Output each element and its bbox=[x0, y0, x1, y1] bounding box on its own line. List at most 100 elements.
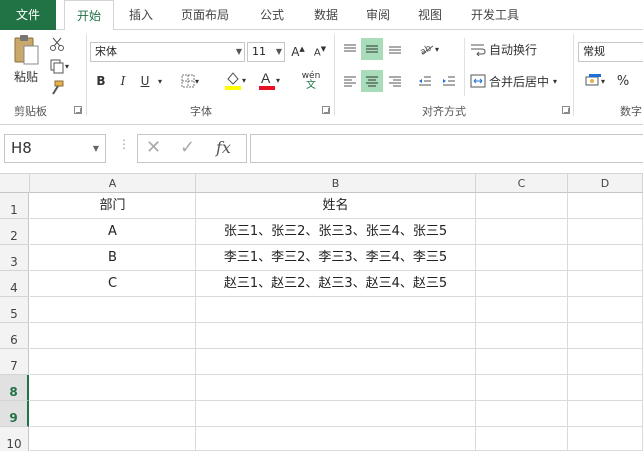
row-header-5[interactable]: 5 bbox=[0, 297, 29, 323]
orientation-button[interactable]: ab ▾ bbox=[414, 38, 444, 60]
cell-empty[interactable] bbox=[30, 375, 196, 401]
tab-review[interactable]: 审阅 bbox=[356, 0, 400, 30]
align-top-button[interactable] bbox=[340, 38, 360, 60]
font-name-select[interactable]: 宋体 ▼ bbox=[90, 42, 245, 62]
tab-view[interactable]: 视图 bbox=[408, 0, 452, 30]
align-middle-button[interactable] bbox=[361, 38, 383, 60]
cell-empty[interactable] bbox=[568, 401, 643, 427]
merge-center-button[interactable]: 合并后居中 ▾ bbox=[470, 70, 568, 92]
align-left-button[interactable] bbox=[340, 70, 360, 92]
cell-empty[interactable] bbox=[196, 297, 476, 323]
cell-empty[interactable] bbox=[568, 349, 643, 375]
wrap-text-button[interactable]: 自动换行 bbox=[470, 38, 550, 60]
cell-d4[interactable] bbox=[568, 271, 643, 297]
cell-c4[interactable] bbox=[476, 271, 568, 297]
row-header-9[interactable]: 9 bbox=[0, 401, 29, 427]
tab-data[interactable]: 数据 bbox=[304, 0, 348, 30]
copy-button[interactable]: ▾ bbox=[46, 56, 72, 76]
align-right-button[interactable] bbox=[385, 70, 405, 92]
align-bottom-button[interactable] bbox=[385, 38, 405, 60]
cell-empty[interactable] bbox=[30, 323, 196, 349]
row-header-10[interactable]: 10 bbox=[0, 427, 29, 451]
fill-color-button[interactable]: ▾ bbox=[220, 68, 250, 92]
clipboard-launcher-icon[interactable] bbox=[74, 106, 82, 114]
cell-c1[interactable] bbox=[476, 193, 568, 219]
cell-d1[interactable] bbox=[568, 193, 643, 219]
borders-button[interactable]: ▾ bbox=[176, 70, 204, 92]
cell-c3[interactable] bbox=[476, 245, 568, 271]
cell-empty[interactable] bbox=[30, 427, 196, 451]
cell-empty[interactable] bbox=[30, 349, 196, 375]
tab-insert[interactable]: 插入 bbox=[118, 0, 164, 30]
row-header-2[interactable]: 2 bbox=[0, 219, 29, 245]
cell-empty[interactable] bbox=[196, 323, 476, 349]
cancel-icon[interactable]: ✕ bbox=[146, 137, 161, 158]
row-header-8[interactable]: 8 bbox=[0, 375, 29, 401]
tab-page-layout[interactable]: 页面布局 bbox=[172, 0, 238, 30]
row-header-1[interactable]: 1 bbox=[0, 193, 29, 219]
tab-formulas[interactable]: 公式 bbox=[250, 0, 294, 30]
font-color-button[interactable]: A ▾ bbox=[254, 68, 284, 92]
cell-empty[interactable] bbox=[196, 375, 476, 401]
cell-c2[interactable] bbox=[476, 219, 568, 245]
cell-empty[interactable] bbox=[196, 349, 476, 375]
row-header-4[interactable]: 4 bbox=[0, 271, 29, 297]
cell-a3[interactable]: B bbox=[30, 245, 196, 271]
cell-empty[interactable] bbox=[476, 427, 568, 451]
align-center-button[interactable] bbox=[361, 70, 383, 92]
cell-d3[interactable] bbox=[568, 245, 643, 271]
paste-button[interactable]: 粘贴 bbox=[8, 34, 44, 92]
italic-button[interactable]: I bbox=[114, 70, 132, 92]
cell-b1[interactable]: 姓名 bbox=[196, 193, 476, 219]
cell-empty[interactable] bbox=[196, 401, 476, 427]
formula-input[interactable] bbox=[250, 134, 643, 163]
cell-empty[interactable] bbox=[30, 297, 196, 323]
cell-b3[interactable]: 李三1、李三2、李三3、李三4、李三5 bbox=[196, 245, 476, 271]
cell-empty[interactable] bbox=[568, 297, 643, 323]
cell-empty[interactable] bbox=[568, 375, 643, 401]
cell-empty[interactable] bbox=[476, 349, 568, 375]
cell-b4[interactable]: 赵三1、赵三2、赵三3、赵三4、赵三5 bbox=[196, 271, 476, 297]
cut-button[interactable] bbox=[46, 34, 68, 54]
accounting-format-button[interactable]: ▾ bbox=[580, 70, 610, 92]
column-header-c[interactable]: C bbox=[476, 174, 568, 193]
underline-dropdown[interactable]: ▾ bbox=[154, 70, 166, 92]
column-header-d[interactable]: D bbox=[568, 174, 643, 193]
cell-a2[interactable]: A bbox=[30, 219, 196, 245]
number-format-select[interactable]: 常规 bbox=[578, 42, 643, 62]
format-painter-button[interactable] bbox=[46, 78, 68, 98]
cell-b2[interactable]: 张三1、张三2、张三3、张三4、张三5 bbox=[196, 219, 476, 245]
insert-function-icon[interactable]: fx bbox=[216, 138, 231, 157]
row-header-6[interactable]: 6 bbox=[0, 323, 29, 349]
drag-handle-icon[interactable]: ⋮ bbox=[118, 137, 130, 151]
underline-button[interactable]: U bbox=[136, 70, 154, 92]
column-header-a[interactable]: A bbox=[30, 174, 196, 193]
cell-empty[interactable] bbox=[476, 401, 568, 427]
bold-button[interactable]: B bbox=[92, 70, 110, 92]
tab-developer[interactable]: 开发工具 bbox=[462, 0, 528, 30]
cell-d2[interactable] bbox=[568, 219, 643, 245]
cell-empty[interactable] bbox=[476, 297, 568, 323]
increase-indent-button[interactable] bbox=[438, 70, 460, 92]
cell-empty[interactable] bbox=[476, 323, 568, 349]
select-all-corner[interactable] bbox=[0, 174, 30, 193]
cell-empty[interactable] bbox=[476, 375, 568, 401]
name-box[interactable]: H8 ▼ bbox=[4, 134, 106, 163]
decrease-indent-button[interactable] bbox=[414, 70, 436, 92]
column-header-b[interactable]: B bbox=[196, 174, 476, 193]
phonetic-button[interactable]: wén 文 bbox=[296, 68, 326, 94]
cell-empty[interactable] bbox=[30, 401, 196, 427]
tab-home[interactable]: 开始 bbox=[64, 0, 114, 31]
font-launcher-icon[interactable] bbox=[322, 106, 330, 114]
cell-empty[interactable] bbox=[568, 323, 643, 349]
row-header-7[interactable]: 7 bbox=[0, 349, 29, 375]
font-size-select[interactable]: 11 ▼ bbox=[247, 42, 285, 62]
cell-empty[interactable] bbox=[196, 427, 476, 451]
percent-button[interactable]: % bbox=[614, 70, 632, 92]
cell-empty[interactable] bbox=[568, 427, 643, 451]
row-header-3[interactable]: 3 bbox=[0, 245, 29, 271]
cell-a1[interactable]: 部门 bbox=[30, 193, 196, 219]
increase-font-button[interactable]: A▲ bbox=[290, 42, 306, 62]
cell-a4[interactable]: C bbox=[30, 271, 196, 297]
alignment-launcher-icon[interactable] bbox=[562, 106, 570, 114]
